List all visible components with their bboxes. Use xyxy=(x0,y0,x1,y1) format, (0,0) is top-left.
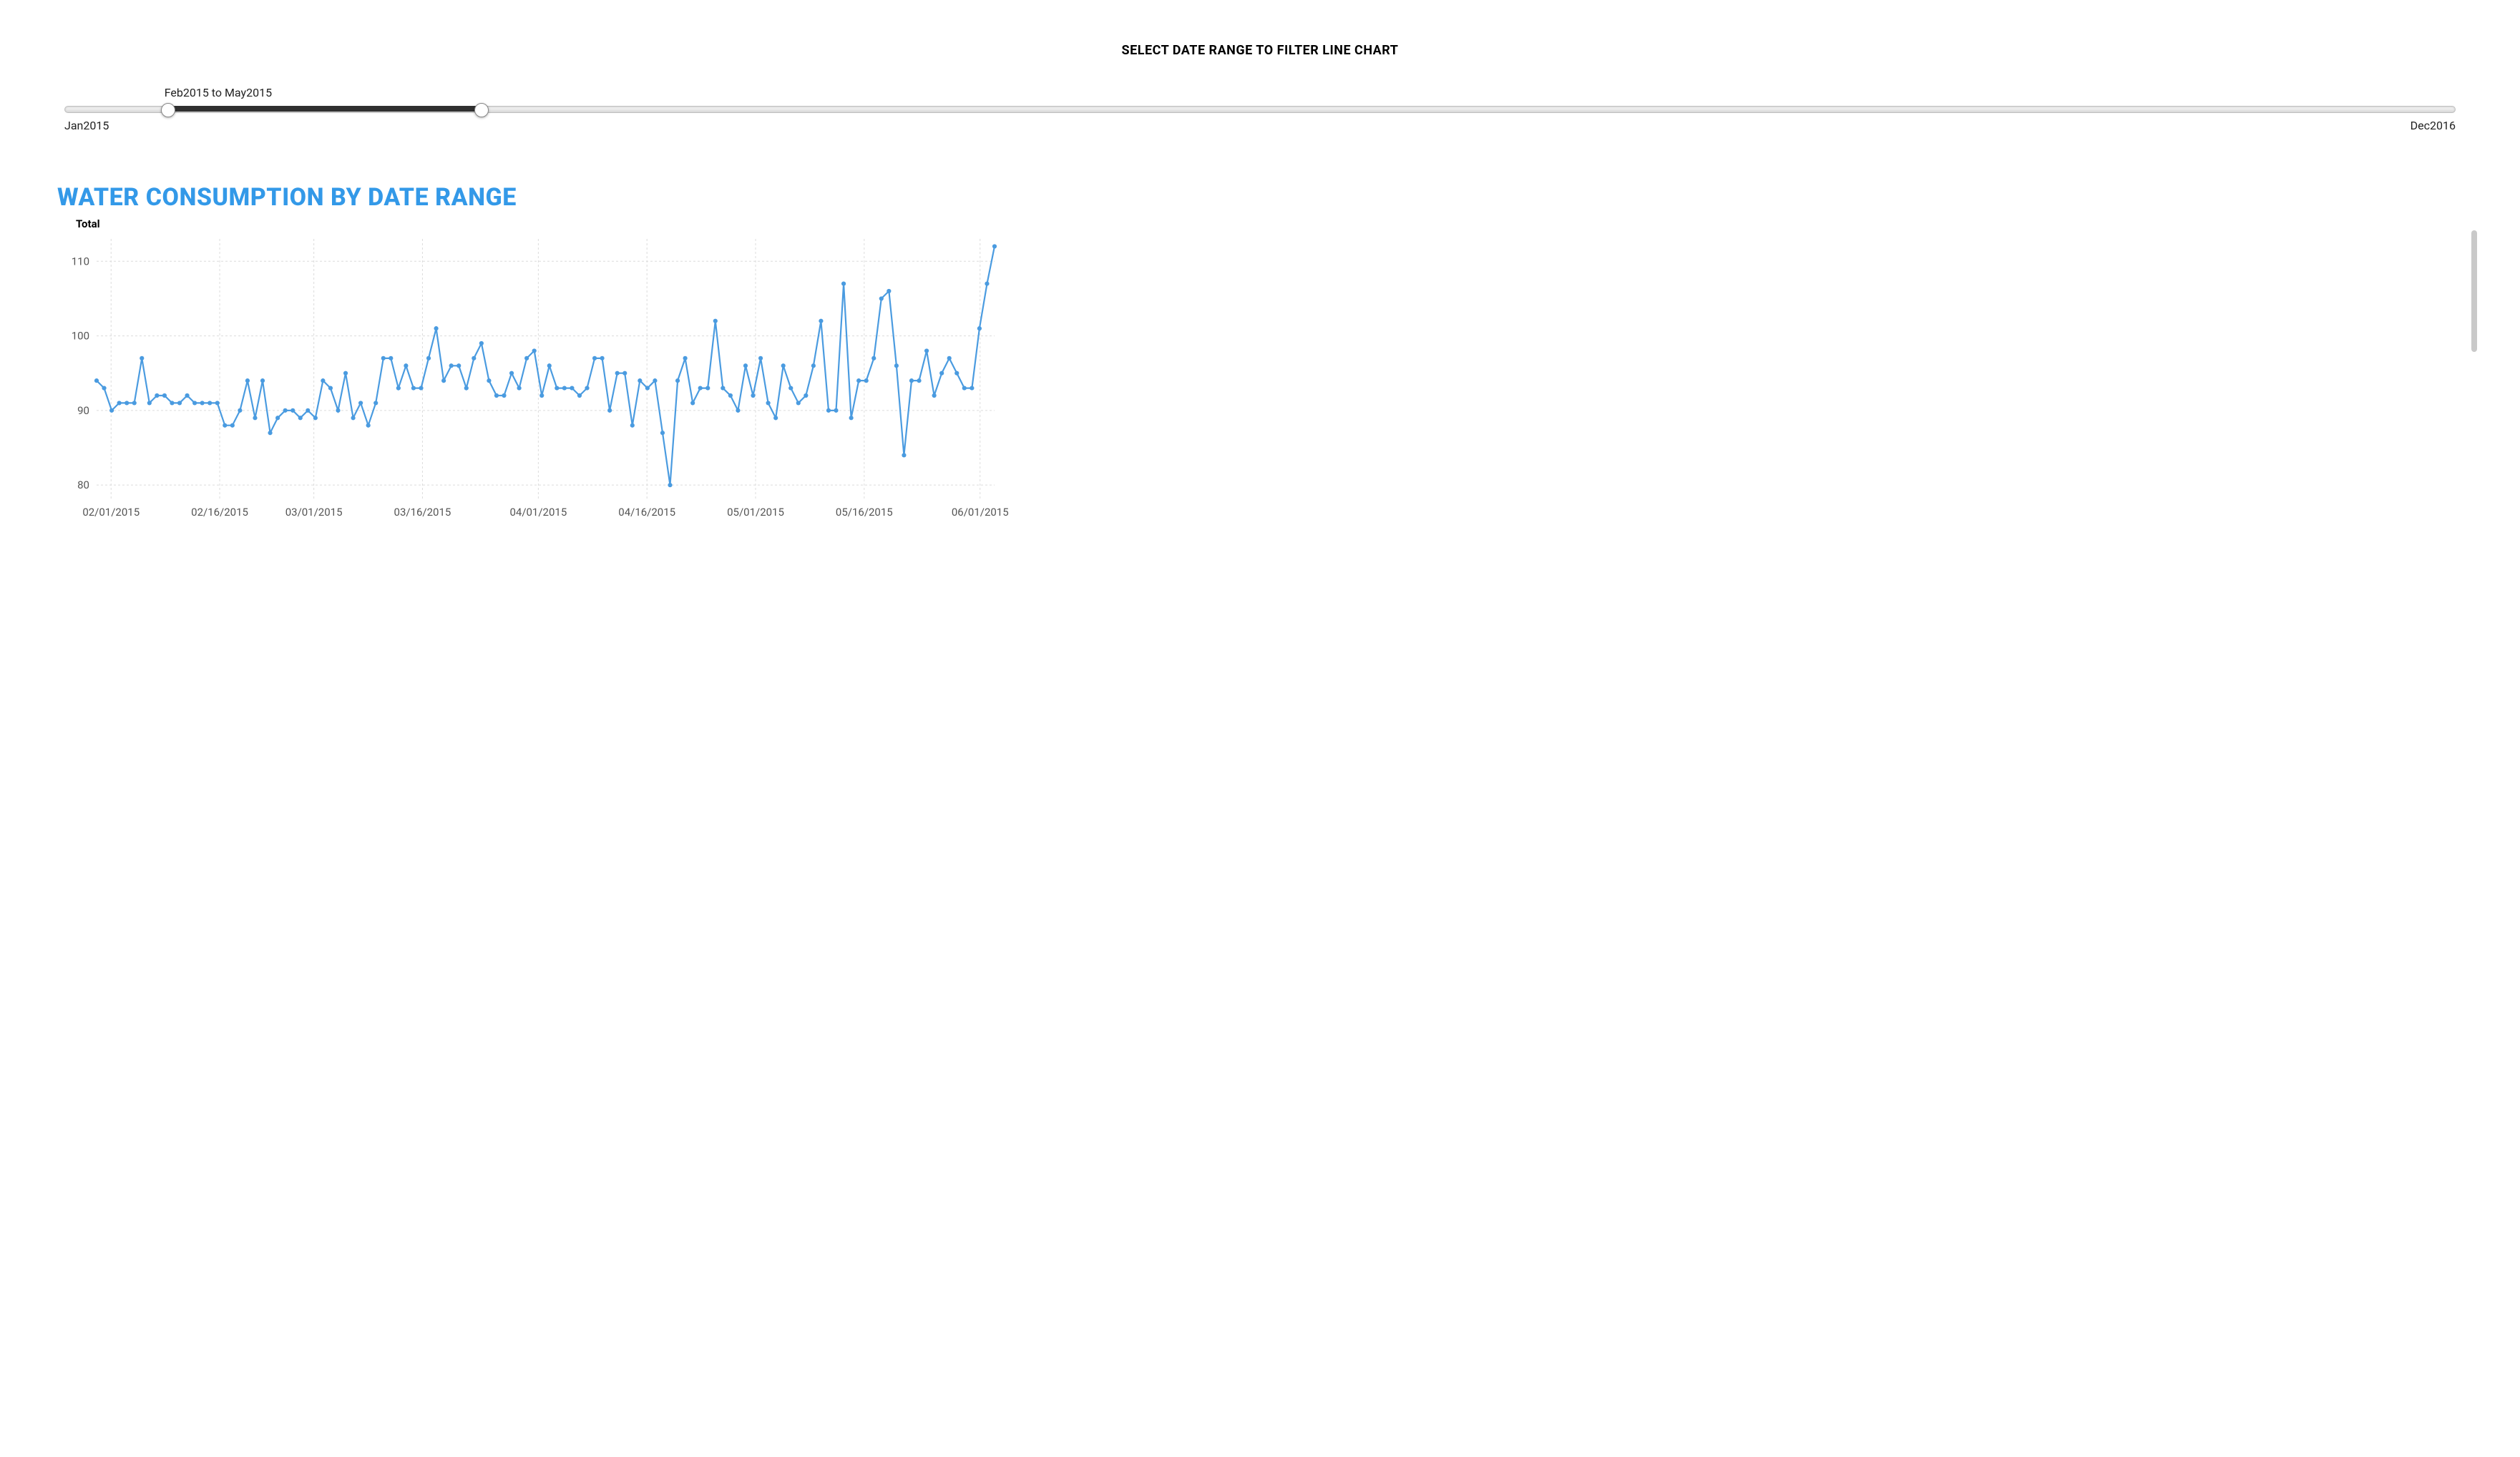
slider-max-label: Dec2016 xyxy=(2411,119,2456,132)
svg-text:100: 100 xyxy=(72,330,89,343)
line-chart: 80 90 100 110 02/01/2015 02/16/2015 03/01/2015… xyxy=(57,232,1009,525)
svg-text:05/01/2015: 05/01/2015 xyxy=(727,506,784,519)
svg-text:110: 110 xyxy=(72,255,89,268)
svg-text:04/16/2015: 04/16/2015 xyxy=(618,506,675,519)
slider-handle-start[interactable] xyxy=(161,103,175,117)
svg-text:02/01/2015: 02/01/2015 xyxy=(82,506,140,519)
slider-selection-label: Feb2015 to May2015 xyxy=(165,86,272,99)
y-axis-label: Total xyxy=(76,217,2463,230)
slider-title: SELECT DATE RANGE TO FILTER LINE CHART xyxy=(57,43,2463,58)
chart-title: WATER CONSUMPTION BY DATE RANGE xyxy=(57,183,2463,212)
scrollbar-indicator[interactable] xyxy=(2471,230,2477,352)
svg-text:02/16/2015: 02/16/2015 xyxy=(191,506,248,519)
svg-text:05/16/2015: 05/16/2015 xyxy=(836,506,893,519)
svg-text:80: 80 xyxy=(77,479,89,491)
slider-selection-bar[interactable] xyxy=(167,106,481,112)
svg-text:90: 90 xyxy=(77,404,89,417)
svg-text:06/01/2015: 06/01/2015 xyxy=(952,506,1009,519)
svg-text:04/01/2015: 04/01/2015 xyxy=(509,506,567,519)
svg-text:03/01/2015: 03/01/2015 xyxy=(285,506,343,519)
svg-text:03/16/2015: 03/16/2015 xyxy=(394,506,451,519)
date-range-slider[interactable]: Feb2015 to May2015 Jan2015 Dec2016 xyxy=(64,90,2456,133)
slider-min-label: Jan2015 xyxy=(64,119,109,132)
slider-handle-end[interactable] xyxy=(474,103,489,117)
